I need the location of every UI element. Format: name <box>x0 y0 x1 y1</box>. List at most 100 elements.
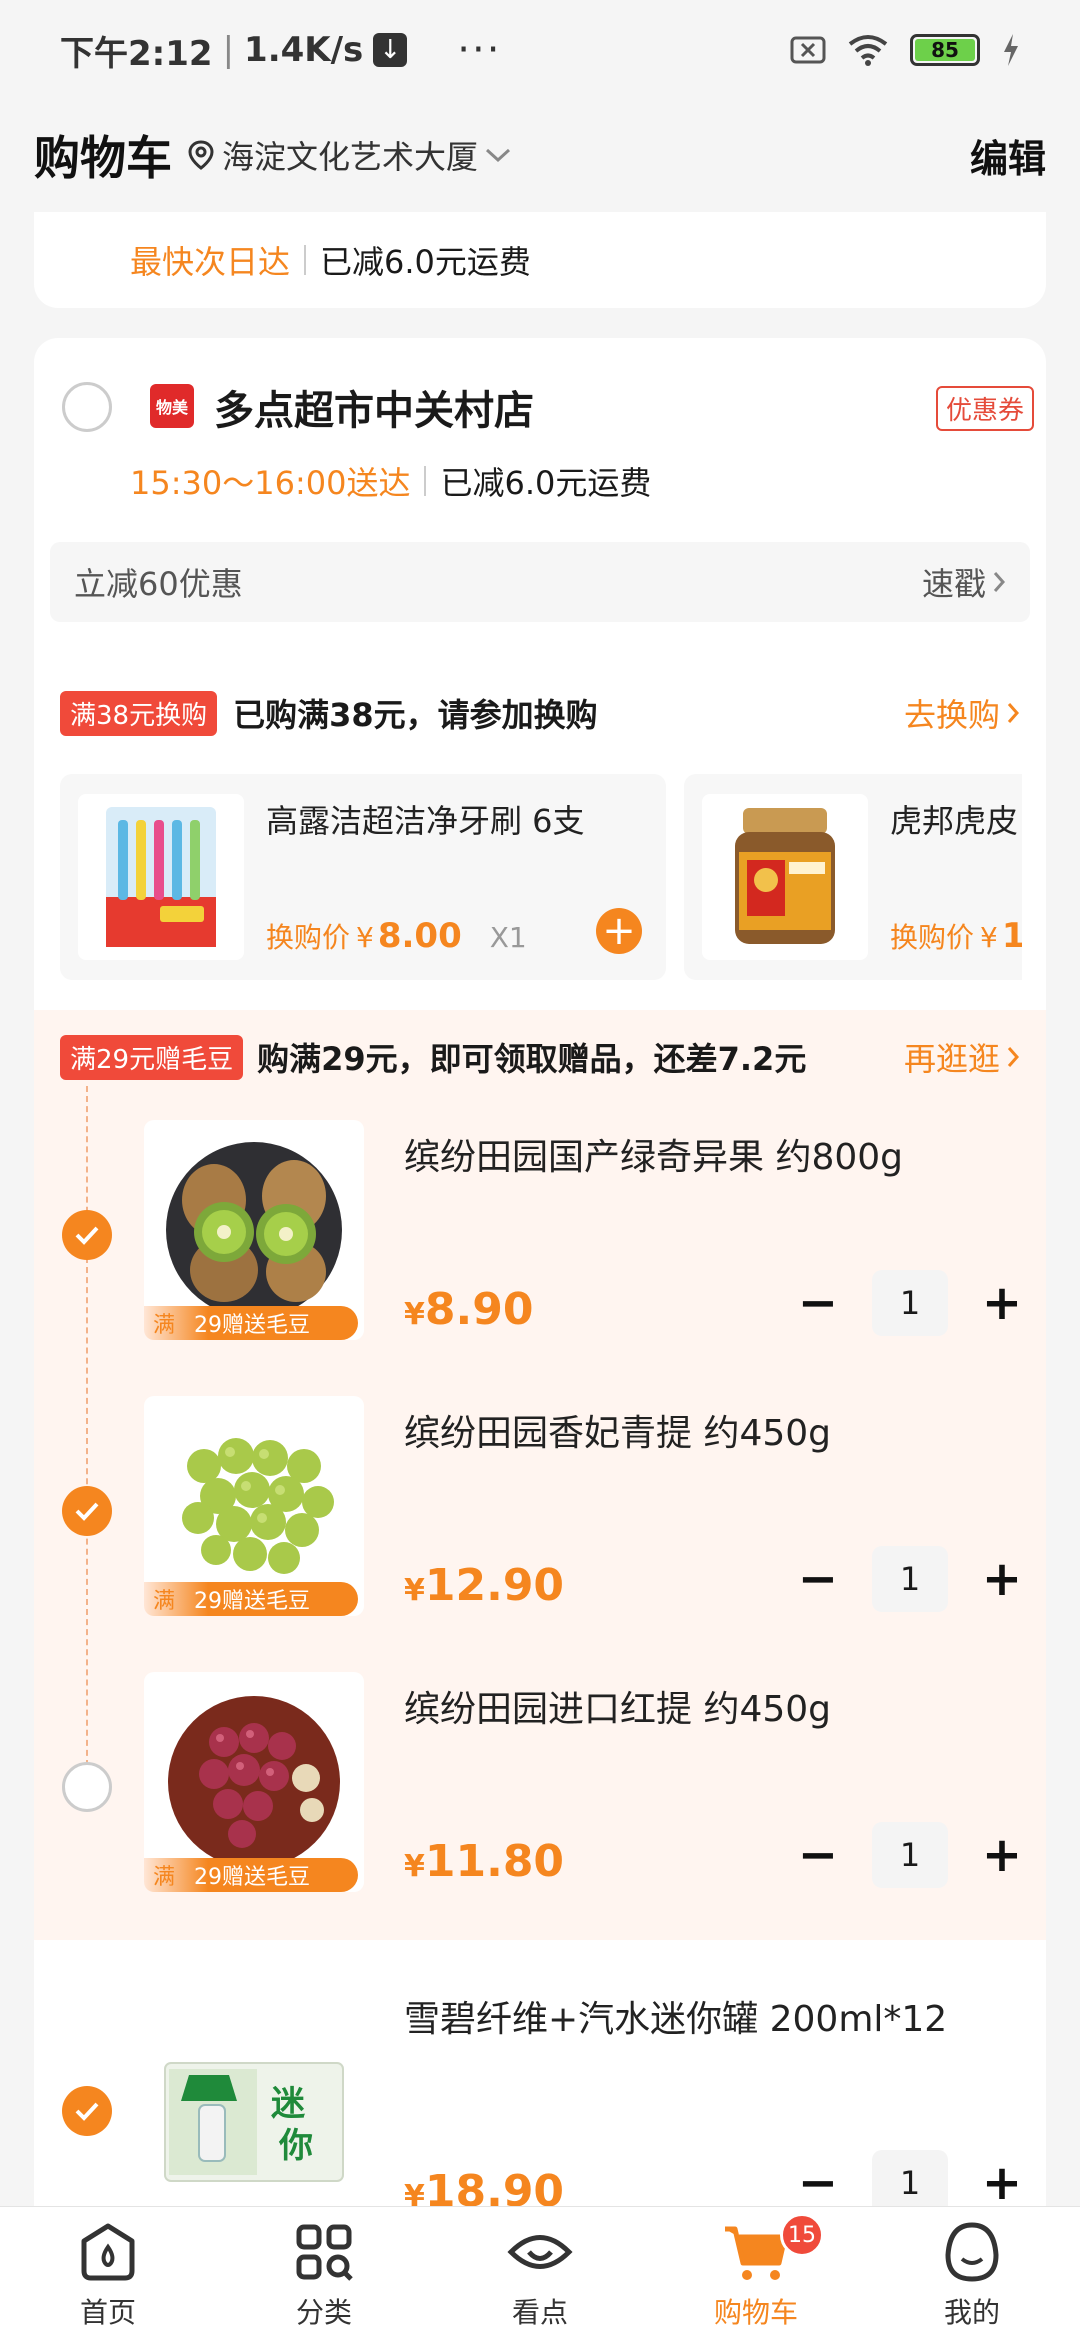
check-icon <box>75 1502 99 1521</box>
increase-button[interactable]: + <box>972 1549 1032 1609</box>
divider <box>424 466 427 496</box>
store-name[interactable]: 多点超市中关村店 <box>214 378 534 436</box>
decrease-button[interactable]: − <box>788 2153 848 2213</box>
price-value: 11.80 <box>424 1836 565 1887</box>
nav-home-label: 首页 <box>79 2296 136 2329</box>
currency-symbol: ¥ <box>404 1297 425 1332</box>
home-icon <box>81 2223 135 2281</box>
bottom-nav: 首页 分类 看点 15 购物车 我的 <box>0 2206 1080 2340</box>
status-time: 下午2:12 <box>60 33 213 74</box>
decrease-button[interactable]: − <box>788 1549 848 1609</box>
promo-action[interactable]: 速戳 <box>922 559 1006 605</box>
currency-symbol: ¥ <box>404 1573 425 1608</box>
item-checkbox[interactable] <box>62 1486 112 1536</box>
eye-icon <box>507 2235 573 2269</box>
swap-item[interactable]: 高露洁超洁净牙刷 6支 换购价 ¥ 8.00 X1 + <box>60 774 666 980</box>
status-speed: 1.4K/s <box>244 30 364 70</box>
nav-profile-label: 我的 <box>943 2296 1000 2329</box>
price-value: 1 <box>1001 916 1022 956</box>
quantity-value[interactable]: 1 <box>872 1270 948 1336</box>
status-divider: | <box>222 30 235 70</box>
item-checkbox[interactable] <box>62 1762 112 1812</box>
gift-badge: 满 29赠送毛豆 <box>144 1858 358 1892</box>
promo-bar[interactable]: 立减60优惠 速戳 <box>50 542 1030 622</box>
item-name[interactable]: 缤纷田园国产绿奇异果 约800g <box>404 1128 903 1180</box>
price-value: 8.00 <box>377 916 462 956</box>
increase-button[interactable]: + <box>972 1273 1032 1333</box>
nav-category-label: 分类 <box>295 2296 352 2329</box>
location-selector[interactable]: 海淀文化艺术大厦 <box>188 132 520 178</box>
battery-icon: 85 <box>910 34 980 66</box>
chevron-right-icon <box>1007 703 1020 723</box>
swap-item-price: 换购价 ¥ 8.00 X1 <box>266 916 527 956</box>
go-swap-link[interactable]: 去换购 <box>904 690 1020 736</box>
gift-badge-prefix: 满 <box>152 1589 175 1614</box>
coupon-button[interactable]: 优惠券 <box>935 386 1034 431</box>
item-name[interactable]: 缤纷田园进口红提 约450g <box>404 1680 831 1732</box>
gift-badge-prefix: 满 <box>152 1313 175 1338</box>
quantity-stepper: − 1 + <box>788 1546 1032 1612</box>
store-select-radio[interactable] <box>62 382 112 432</box>
gift-badge: 满 29赠送毛豆 <box>144 1582 358 1616</box>
swap-item-name: 高露洁超洁净牙刷 6支 <box>266 802 585 840</box>
currency-symbol: ¥ <box>980 921 998 954</box>
prev-store-card: 最快次日达 已减6.0元运费 <box>34 212 1046 308</box>
store-delivery-time: 15:30～16:00送达 <box>130 464 411 502</box>
edit-button[interactable]: 编辑 <box>970 128 1046 183</box>
increase-button[interactable]: + <box>972 1825 1032 1885</box>
decrease-button[interactable]: − <box>788 1825 848 1885</box>
nav-category[interactable]: 分类 <box>216 2207 432 2340</box>
prev-delivery-text: 最快次日达 <box>130 243 291 281</box>
item-name[interactable]: 雪碧纤维+汽水迷你罐 200ml*12 <box>404 1990 947 2042</box>
svg-text:你: 你 <box>278 2126 313 2166</box>
kiwi-image[interactable]: 满 29赠送毛豆 <box>144 1120 364 1340</box>
quantity-value[interactable]: 1 <box>872 1546 948 1612</box>
chevron-down-icon <box>486 148 511 163</box>
cart-item: 满 29赠送毛豆 缤纷田园香妃青提 约450g ¥ 12.90 − 1 + <box>34 1396 1046 1672</box>
check-icon <box>75 1226 99 1245</box>
gift-badge-text: 29赠送毛豆 <box>194 1589 310 1614</box>
store-card: 物美 多点超市中关村店 优惠券 15:30～16:00送达 已减6.0元运费 立… <box>34 338 1046 2340</box>
page-header: 购物车 海淀文化艺术大厦 编辑 <box>0 100 1080 210</box>
item-checkbox[interactable] <box>62 1210 112 1260</box>
sprite-image[interactable]: 迷 你 <box>144 2010 364 2230</box>
gift-promo-row: 满29元赠毛豆 购满29元，即可领取赠品，还差7.2元 再逛逛 <box>60 1034 1020 1080</box>
svg-text:迷: 迷 <box>271 2084 306 2124</box>
store-header: 物美 多点超市中关村店 优惠券 15:30～16:00送达 已减6.0元运费 <box>34 338 1046 538</box>
download-icon: ↓ <box>373 33 408 67</box>
red-grape-image[interactable]: 满 29赠送毛豆 <box>144 1672 364 1892</box>
go-swap-label: 去换购 <box>903 696 1000 734</box>
increase-button[interactable]: + <box>972 2153 1032 2213</box>
item-checkbox[interactable] <box>62 2086 112 2136</box>
nav-profile[interactable]: 我的 <box>864 2207 1080 2340</box>
swap-item-name: 虎邦虎皮 <box>890 802 1019 840</box>
check-icon <box>75 2102 99 2121</box>
gift-tag: 满29元赠毛豆 <box>60 1034 244 1080</box>
swap-item-list[interactable]: 高露洁超洁净牙刷 6支 换购价 ¥ 8.00 X1 + 虎邦虎皮 换购价 ¥ 1 <box>60 774 1022 980</box>
nav-cart[interactable]: 15 购物车 <box>648 2207 864 2340</box>
quantity-value[interactable]: 1 <box>872 1822 948 1888</box>
nav-home[interactable]: 首页 <box>0 2207 216 2340</box>
toothbrush-image <box>78 794 244 960</box>
add-swap-button[interactable]: + <box>596 908 642 954</box>
decrease-button[interactable]: − <box>788 1273 848 1333</box>
price-label: 换购价 <box>266 921 351 954</box>
chevron-right-icon <box>1007 1047 1020 1067</box>
nav-discover[interactable]: 看点 <box>432 2207 648 2340</box>
swap-item[interactable]: 虎邦虎皮 换购价 ¥ 1 <box>684 774 1022 980</box>
status-left: 下午2:12 | 1.4K/s ↓ ··· <box>60 26 501 75</box>
item-name[interactable]: 缤纷田园香妃青提 约450g <box>404 1404 831 1456</box>
browse-more-link[interactable]: 再逛逛 <box>904 1034 1020 1080</box>
nav-discover-label: 看点 <box>511 2296 568 2329</box>
price-label: 换购价 <box>890 921 975 954</box>
green-grape-image[interactable]: 满 29赠送毛豆 <box>144 1396 364 1616</box>
swap-item-price: 换购价 ¥ 1 <box>890 916 1022 956</box>
browse-more-label: 再逛逛 <box>903 1040 1000 1078</box>
status-bar: 下午2:12 | 1.4K/s ↓ ··· 85 <box>0 0 1080 100</box>
wifi-icon <box>848 35 888 66</box>
gift-badge-text: 29赠送毛豆 <box>194 1313 310 1338</box>
battery-level: 85 <box>915 38 975 62</box>
gift-text: 购满29元，即可领取赠品，还差7.2元 <box>257 1040 807 1078</box>
gift-badge-text: 29赠送毛豆 <box>194 1865 310 1890</box>
cart-count-badge: 15 <box>780 2213 824 2257</box>
